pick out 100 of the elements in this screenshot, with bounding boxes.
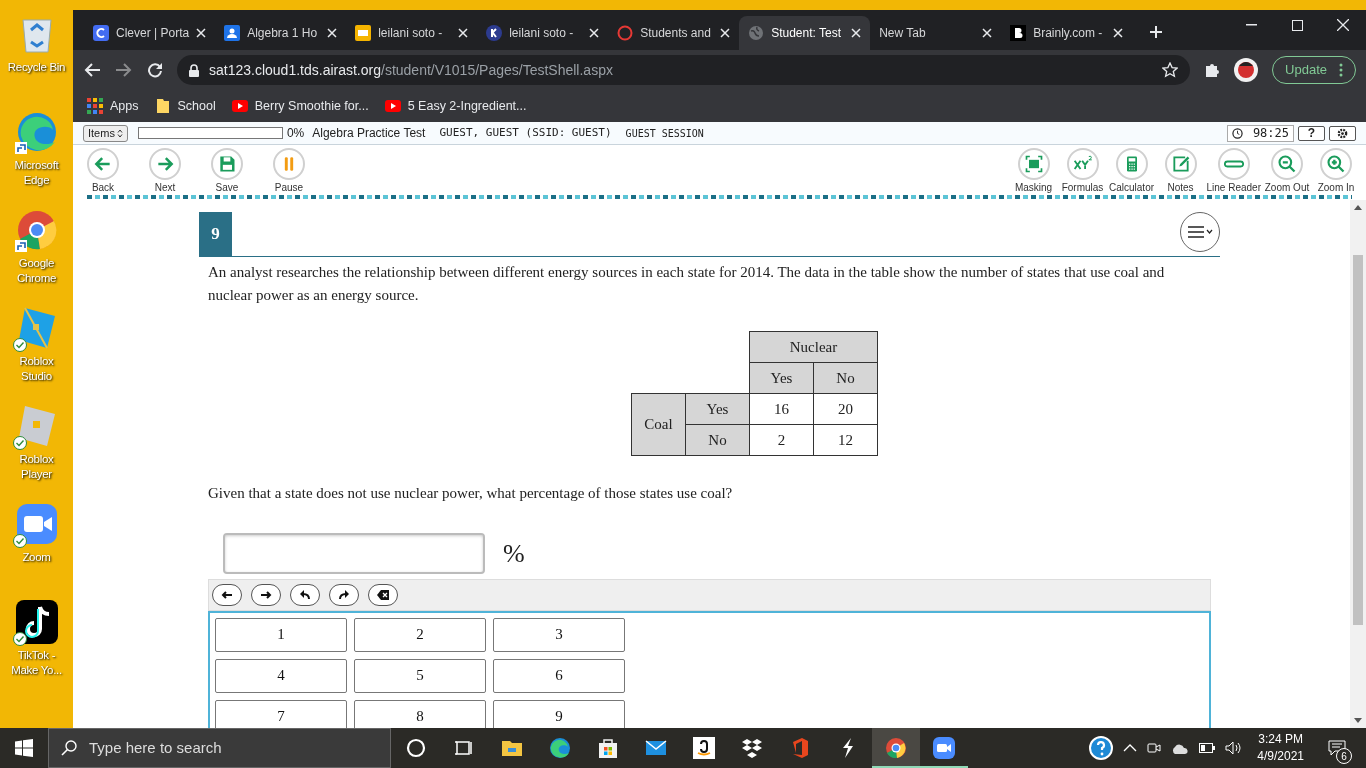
plus-icon[interactable]: [1149, 25, 1164, 39]
tool-button[interactable]: Notes: [1157, 148, 1204, 194]
question-number: 9: [199, 212, 232, 256]
table-cell: 20: [813, 393, 878, 425]
table-cell: 16: [749, 393, 814, 425]
scrollbar-thumb[interactable]: [1353, 255, 1363, 625]
undo-icon: [299, 588, 311, 601]
zoom-in-icon: [1326, 154, 1346, 174]
windows-icon[interactable]: [15, 739, 33, 757]
tool-button[interactable]: Back: [80, 148, 126, 194]
bookmark[interactable]: School: [154, 96, 216, 116]
table-header: Yes: [749, 362, 814, 394]
scroll-up-icon[interactable]: [1354, 204, 1362, 210]
keypad-key[interactable]: 5: [354, 658, 486, 693]
keypad-key[interactable]: 6: [493, 658, 625, 693]
help-button[interactable]: ?: [1298, 125, 1325, 141]
close-icon[interactable]: [327, 28, 338, 38]
tool-button[interactable]: Save: [204, 148, 250, 194]
note-pencil-icon: [1170, 154, 1191, 174]
forward-icon[interactable]: [115, 62, 133, 78]
chevron-up-icon[interactable]: [1123, 744, 1138, 752]
editor-button[interactable]: [251, 583, 281, 606]
maximize-icon[interactable]: [1291, 19, 1303, 31]
keypad-key[interactable]: 7: [215, 699, 347, 728]
tool-button[interactable]: Pause: [266, 148, 312, 194]
redo-icon: [338, 588, 350, 601]
avatar-icon[interactable]: [1234, 58, 1259, 82]
browser-tab[interactable]: Algebra 1 Ho: [215, 16, 347, 50]
scroll-down-icon[interactable]: [1354, 718, 1362, 724]
close-icon[interactable]: [196, 28, 207, 38]
close-icon[interactable]: [720, 28, 731, 38]
b-logo-icon: [1010, 25, 1027, 41]
keypad-key[interactable]: 2: [354, 617, 486, 652]
clock-date[interactable]: 4/9/2021: [1257, 748, 1304, 765]
close-icon[interactable]: [851, 28, 862, 38]
items-select[interactable]: Items: [83, 124, 128, 142]
close-icon[interactable]: [458, 28, 469, 38]
video-camera-icon: [932, 736, 956, 760]
browser-tab[interactable]: leilani soto -: [477, 16, 609, 50]
camera-icon[interactable]: [1147, 741, 1162, 755]
close-icon[interactable]: [589, 28, 600, 38]
address-bar[interactable]: sat123.cloud1.tds.airast.org/student/V1015/Pages/TestShell.aspx: [177, 55, 1191, 85]
editor-button[interactable]: [329, 583, 359, 606]
tool-button[interactable]: Zoom Out: [1264, 148, 1310, 194]
tool-button[interactable]: Line Reader: [1206, 148, 1261, 194]
keypad-key[interactable]: 3: [493, 617, 625, 652]
tool-button[interactable]: Next: [142, 148, 188, 194]
browser-tab[interactable]: Brainly.com -: [1001, 16, 1133, 50]
star-icon[interactable]: [1162, 62, 1179, 78]
tool-button[interactable]: Masking: [1010, 148, 1057, 194]
arrow-right-icon: [260, 588, 272, 601]
battery-icon[interactable]: [1199, 743, 1216, 753]
help-icon[interactable]: [1089, 736, 1114, 760]
search-field[interactable]: Type here to search: [48, 728, 391, 768]
browser-tab[interactable]: leilani soto -: [346, 16, 478, 50]
back-icon[interactable]: [83, 62, 101, 78]
notification-count: 6: [1336, 748, 1352, 764]
tool-button[interactable]: Calculator: [1108, 148, 1155, 194]
browser-tab[interactable]: Student: Test: [739, 16, 871, 50]
keypad-key[interactable]: 1: [215, 617, 347, 652]
bookmark[interactable]: Apps: [87, 96, 139, 116]
chrome-icon: [884, 736, 908, 760]
clock-time[interactable]: 3:24 PM: [1258, 731, 1303, 748]
volume-icon[interactable]: [1225, 741, 1242, 755]
shopping-bag-icon: [596, 736, 620, 760]
apps-grid-icon: [87, 98, 103, 114]
menu-icon: [1187, 225, 1213, 239]
bookmark[interactable]: 5 Easy 2-Ingredient...: [384, 96, 527, 116]
answer-field[interactable]: [223, 532, 485, 574]
zoom-out-icon: [1277, 154, 1297, 174]
puzzle-icon[interactable]: [1204, 62, 1221, 78]
tool-button[interactable]: Formulas: [1059, 148, 1106, 194]
editor-button[interactable]: [212, 583, 242, 606]
bookmark[interactable]: Berry Smoothie for...: [231, 96, 369, 116]
ring-icon: [617, 25, 634, 41]
editor-button[interactable]: [290, 583, 320, 606]
c-logo-icon: [93, 25, 109, 41]
play-icon: [231, 98, 248, 114]
cloud-icon[interactable]: [1171, 742, 1190, 754]
editor-button[interactable]: [368, 583, 398, 606]
tool-button[interactable]: Zoom In: [1313, 148, 1359, 194]
browser-tab[interactable]: Students and: [608, 16, 740, 50]
settings-button[interactable]: [1329, 125, 1356, 141]
test-name: Algebra Practice Test: [312, 125, 426, 142]
amazon-icon: [692, 736, 716, 760]
timer: 98:25: [1226, 124, 1294, 142]
close-icon[interactable]: [1337, 19, 1349, 31]
browser-tab[interactable]: New Tab: [870, 16, 1002, 50]
taskbar-app[interactable]: [872, 728, 920, 768]
scrollbar[interactable]: [1350, 200, 1366, 728]
close-icon[interactable]: [1113, 28, 1124, 38]
minimize-icon[interactable]: [1245, 24, 1257, 26]
close-icon[interactable]: [982, 28, 993, 38]
keypad-key[interactable]: 8: [354, 699, 486, 728]
browser-tab[interactable]: Clever | Porta: [84, 16, 216, 50]
keypad-key[interactable]: 4: [215, 658, 347, 693]
url-text: sat123.cloud1.tds.airast.org/student/V1015/Pages/TestShell.aspx: [209, 60, 614, 80]
search-icon: [61, 740, 77, 756]
keypad-key[interactable]: 9: [493, 699, 625, 728]
reload-icon[interactable]: [147, 62, 163, 78]
